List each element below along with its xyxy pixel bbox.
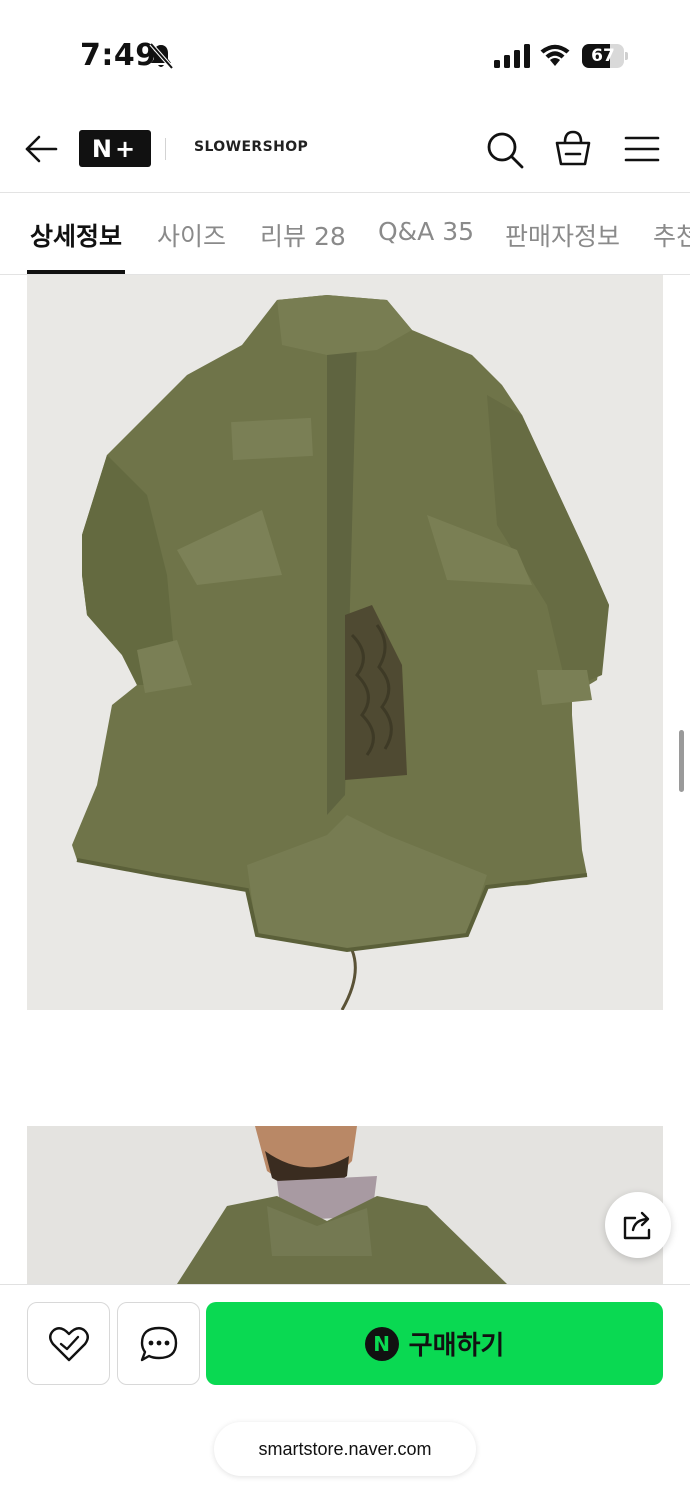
- signal-icon: [494, 44, 530, 68]
- logo-divider: [165, 138, 166, 160]
- model-image: [27, 1126, 663, 1284]
- tab-bar: 상세정보 사이즈 리뷰 28 Q&A 35 판매자정보 추천: [0, 193, 690, 275]
- url-bar[interactable]: smartstore.naver.com: [214, 1422, 476, 1476]
- tab-recommend[interactable]: 추천: [653, 217, 690, 253]
- share-button[interactable]: [605, 1192, 671, 1258]
- tab-reviews[interactable]: 리뷰 28: [260, 217, 346, 253]
- tab-details[interactable]: 상세정보: [30, 217, 122, 253]
- menu-icon[interactable]: [624, 135, 660, 163]
- back-arrow-icon[interactable]: [24, 134, 58, 164]
- status-time: 7:49: [80, 38, 157, 73]
- product-image: [27, 275, 663, 1010]
- share-icon: [623, 1211, 651, 1240]
- cart-icon[interactable]: [554, 129, 592, 167]
- chat-button[interactable]: [117, 1302, 200, 1385]
- search-icon[interactable]: [486, 131, 524, 169]
- bell-slash-icon: [149, 42, 174, 70]
- buy-button-label: 구매하기: [408, 1331, 505, 1361]
- status-bar: 7:49 67: [0, 0, 690, 110]
- wifi-icon: [540, 44, 570, 66]
- bottom-action-bar: N 구매하기 smartstore.naver.com: [0, 1284, 690, 1500]
- shop-name[interactable]: SLOWERSHOP: [194, 139, 308, 155]
- app-header: N+ SLOWERSHOP: [0, 110, 690, 193]
- battery-percent: 67: [591, 46, 615, 66]
- chat-bubble-icon: [140, 1326, 177, 1361]
- battery-icon: 67: [582, 44, 628, 68]
- tab-seller-info[interactable]: 판매자정보: [505, 217, 620, 253]
- naver-n-icon: N: [364, 1326, 399, 1361]
- tab-size[interactable]: 사이즈: [157, 217, 226, 253]
- buy-button[interactable]: N 구매하기: [206, 1302, 663, 1385]
- heart-check-icon: [48, 1326, 89, 1361]
- tab-active-indicator: [27, 270, 125, 274]
- tab-qna[interactable]: Q&A 35: [378, 217, 474, 246]
- naver-plus-logo[interactable]: N+: [79, 130, 151, 167]
- scrollbar-thumb[interactable]: [679, 730, 684, 792]
- like-button[interactable]: [27, 1302, 110, 1385]
